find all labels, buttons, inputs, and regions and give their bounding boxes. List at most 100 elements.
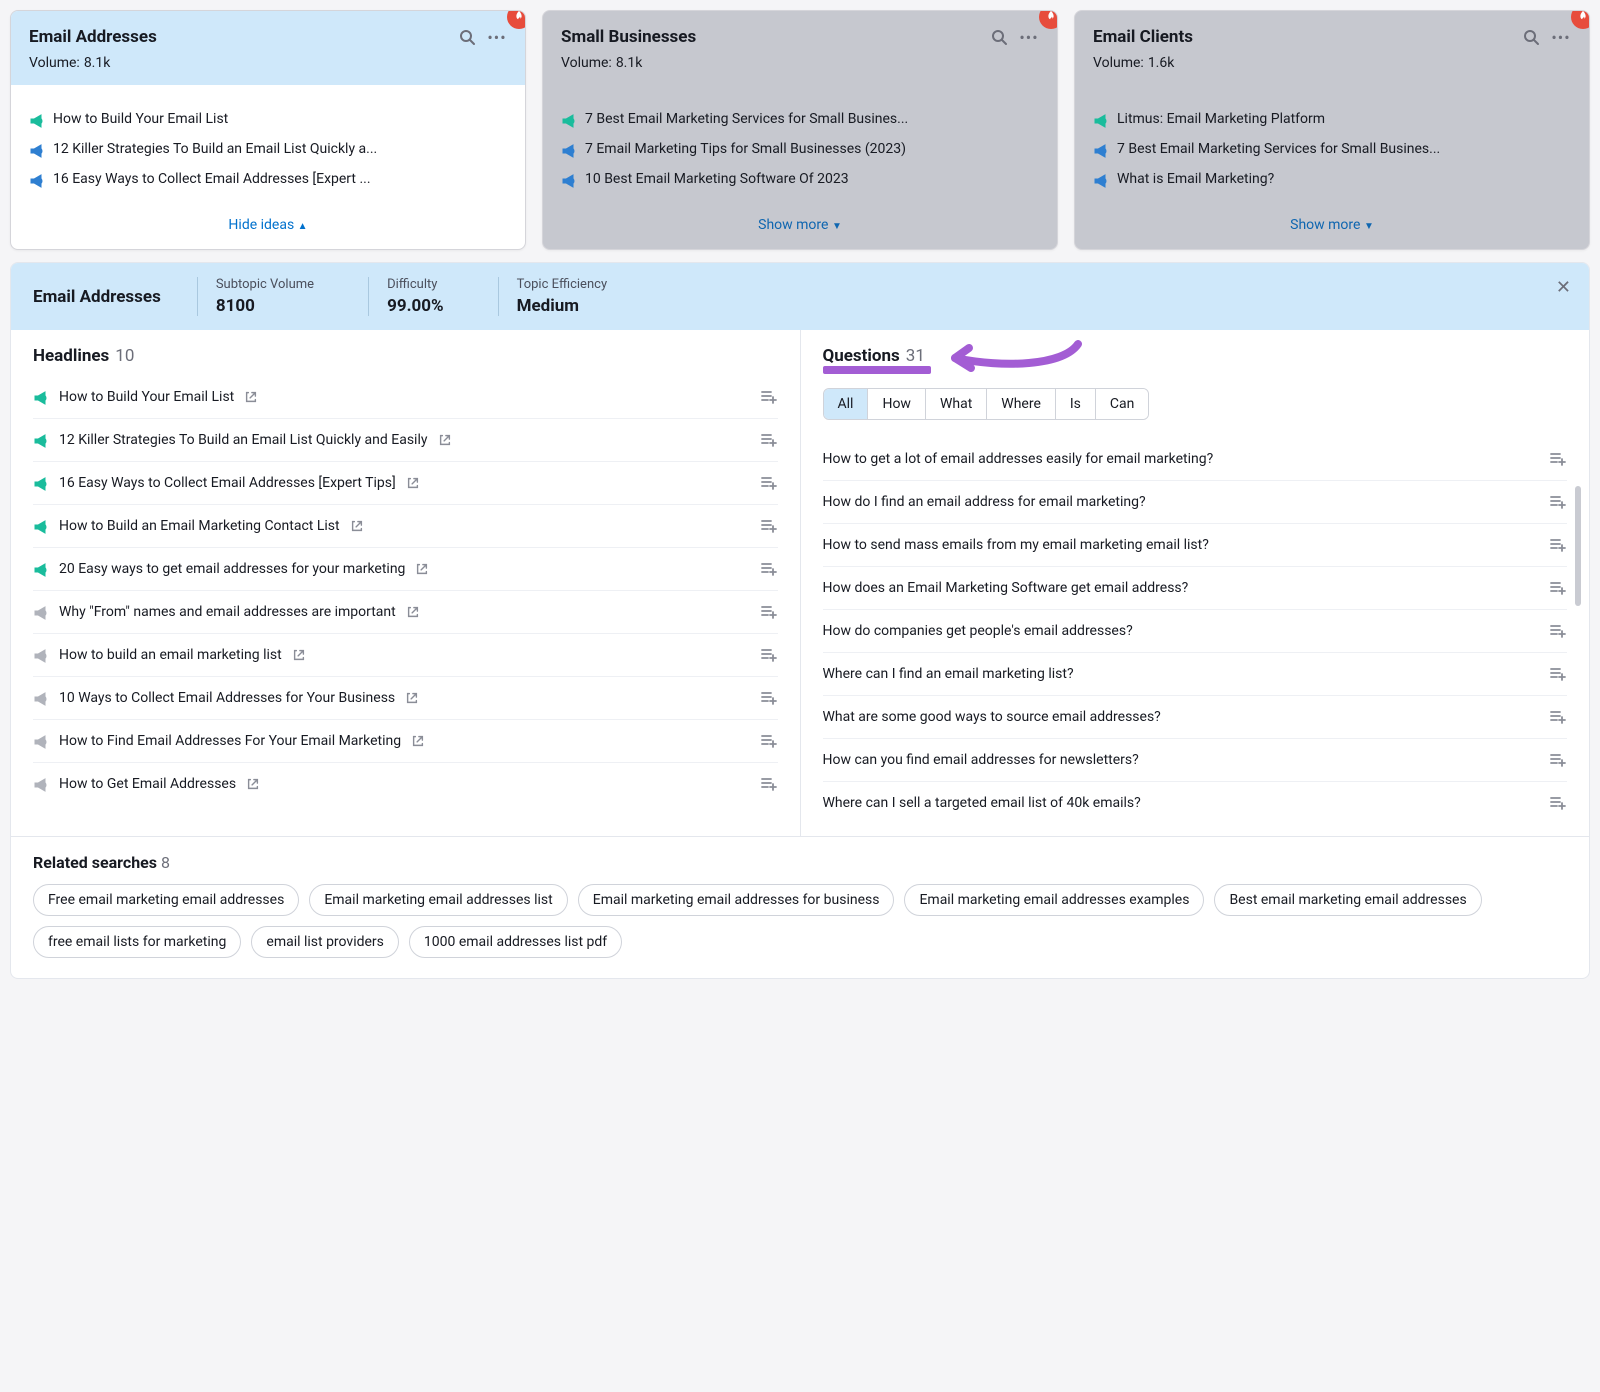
megaphone-icon bbox=[33, 433, 49, 449]
question-row[interactable]: How do companies get people's email addr… bbox=[823, 610, 1568, 653]
card-idea[interactable]: 7 Best Email Marketing Services for Smal… bbox=[1093, 141, 1571, 159]
filter-tab-is[interactable]: Is bbox=[1056, 389, 1096, 419]
question-row[interactable]: How does an Email Marketing Software get… bbox=[823, 567, 1568, 610]
external-link-icon[interactable] bbox=[406, 476, 420, 490]
scrollbar-thumb[interactable] bbox=[1575, 486, 1581, 606]
add-to-list-icon[interactable] bbox=[1549, 579, 1567, 597]
detail-panel: Email Addresses Subtopic Volume 8100 Dif… bbox=[10, 262, 1590, 979]
headline-text: How to build an email marketing list bbox=[59, 647, 282, 663]
external-link-icon[interactable] bbox=[438, 433, 452, 447]
card-toggle-link[interactable]: Show more ▼ bbox=[758, 217, 842, 233]
headline-row[interactable]: How to Build Your Email List bbox=[33, 376, 778, 419]
card-toggle-link[interactable]: Show more ▼ bbox=[1290, 217, 1374, 233]
related-chip[interactable]: Email marketing email addresses examples bbox=[904, 884, 1204, 916]
add-to-list-icon[interactable] bbox=[760, 517, 778, 535]
question-row[interactable]: What are some good ways to source email … bbox=[823, 696, 1568, 739]
headline-row[interactable]: 12 Killer Strategies To Build an Email L… bbox=[33, 419, 778, 462]
external-link-icon[interactable] bbox=[406, 605, 420, 619]
add-to-list-icon[interactable] bbox=[760, 603, 778, 621]
megaphone-icon bbox=[33, 519, 49, 535]
card-idea[interactable]: Litmus: Email Marketing Platform bbox=[1093, 111, 1571, 129]
card-idea[interactable]: How to Build Your Email List bbox=[29, 111, 507, 129]
filter-tab-how[interactable]: How bbox=[868, 389, 926, 419]
add-to-list-icon[interactable] bbox=[1549, 622, 1567, 640]
question-row[interactable]: Where can I sell a targeted email list o… bbox=[823, 782, 1568, 824]
add-to-list-icon[interactable] bbox=[760, 431, 778, 449]
add-to-list-icon[interactable] bbox=[760, 388, 778, 406]
question-row[interactable]: How do I find an email address for email… bbox=[823, 481, 1568, 524]
card-idea[interactable]: 7 Best Email Marketing Services for Smal… bbox=[561, 111, 1039, 129]
external-link-icon[interactable] bbox=[415, 562, 429, 576]
add-to-list-icon[interactable] bbox=[1549, 665, 1567, 683]
card-search-icon[interactable] bbox=[457, 27, 477, 47]
card-idea-text: 16 Easy Ways to Collect Email Addresses … bbox=[53, 171, 371, 187]
headline-text: 12 Killer Strategies To Build an Email L… bbox=[59, 432, 428, 448]
add-to-list-icon[interactable] bbox=[1549, 493, 1567, 511]
filter-tab-can[interactable]: Can bbox=[1096, 389, 1148, 419]
headline-row[interactable]: 20 Easy ways to get email addresses for … bbox=[33, 548, 778, 591]
headline-row[interactable]: How to Find Email Addresses For Your Ema… bbox=[33, 720, 778, 763]
add-to-list-icon[interactable] bbox=[1549, 708, 1567, 726]
related-chip[interactable]: email list providers bbox=[251, 926, 399, 958]
headline-row[interactable]: Why "From" names and email addresses are… bbox=[33, 591, 778, 634]
external-link-icon[interactable] bbox=[292, 648, 306, 662]
question-row[interactable]: How can you find email addresses for new… bbox=[823, 739, 1568, 782]
close-icon[interactable]: ✕ bbox=[1556, 277, 1571, 298]
add-to-list-icon[interactable] bbox=[760, 560, 778, 578]
question-row[interactable]: How to get a lot of email addresses easi… bbox=[823, 438, 1568, 481]
related-chip[interactable]: Free email marketing email addresses bbox=[33, 884, 299, 916]
related-chip[interactable]: free email lists for marketing bbox=[33, 926, 241, 958]
related-chip[interactable]: 1000 email addresses list pdf bbox=[409, 926, 622, 958]
add-to-list-icon[interactable] bbox=[760, 474, 778, 492]
card-idea[interactable]: 10 Best Email Marketing Software Of 2023 bbox=[561, 171, 1039, 189]
related-chip[interactable]: Email marketing email addresses for busi… bbox=[578, 884, 895, 916]
questions-list-wrap: How to get a lot of email addresses easi… bbox=[823, 438, 1568, 824]
external-link-icon[interactable] bbox=[411, 734, 425, 748]
question-row[interactable]: How to send mass emails from my email ma… bbox=[823, 524, 1568, 567]
related-chip[interactable]: Best email marketing email addresses bbox=[1214, 884, 1481, 916]
external-link-icon[interactable] bbox=[244, 390, 258, 404]
headline-row[interactable]: 16 Easy Ways to Collect Email Addresses … bbox=[33, 462, 778, 505]
external-link-icon[interactable] bbox=[405, 691, 419, 705]
card-idea[interactable]: 16 Easy Ways to Collect Email Addresses … bbox=[29, 171, 507, 189]
add-to-list-icon[interactable] bbox=[1549, 450, 1567, 468]
topic-card[interactable]: Email Addresses ••• Volume:8.1k How to B… bbox=[10, 10, 526, 250]
card-search-icon[interactable] bbox=[1521, 27, 1541, 47]
card-idea-text: Litmus: Email Marketing Platform bbox=[1117, 111, 1325, 127]
add-to-list-icon[interactable] bbox=[760, 689, 778, 707]
headline-row[interactable]: How to Build an Email Marketing Contact … bbox=[33, 505, 778, 548]
headlines-count: 10 bbox=[115, 346, 134, 366]
add-to-list-icon[interactable] bbox=[1549, 751, 1567, 769]
card-idea[interactable]: 12 Killer Strategies To Build an Email L… bbox=[29, 141, 507, 159]
headline-row[interactable]: 10 Ways to Collect Email Addresses for Y… bbox=[33, 677, 778, 720]
filter-tab-where[interactable]: Where bbox=[987, 389, 1056, 419]
card-search-icon[interactable] bbox=[989, 27, 1009, 47]
card-more-icon[interactable]: ••• bbox=[1551, 27, 1571, 47]
add-to-list-icon[interactable] bbox=[760, 732, 778, 750]
card-more-icon[interactable]: ••• bbox=[487, 27, 507, 47]
related-chip[interactable]: Email marketing email addresses list bbox=[309, 884, 567, 916]
headline-row[interactable]: How to Get Email Addresses bbox=[33, 763, 778, 805]
card-more-icon[interactable]: ••• bbox=[1019, 27, 1039, 47]
add-to-list-icon[interactable] bbox=[1549, 794, 1567, 812]
card-idea-text: 7 Email Marketing Tips for Small Busines… bbox=[585, 141, 906, 157]
external-link-icon[interactable] bbox=[350, 519, 364, 533]
add-to-list-icon[interactable] bbox=[760, 646, 778, 664]
external-link-icon[interactable] bbox=[246, 777, 260, 791]
questions-count: 31 bbox=[906, 346, 925, 366]
related-label: Related searches bbox=[33, 853, 157, 872]
filter-tab-all[interactable]: All bbox=[824, 389, 869, 419]
filter-tab-what[interactable]: What bbox=[926, 389, 987, 419]
card-idea[interactable]: 7 Email Marketing Tips for Small Busines… bbox=[561, 141, 1039, 159]
card-idea[interactable]: What is Email Marketing? bbox=[1093, 171, 1571, 189]
headline-text: Why "From" names and email addresses are… bbox=[59, 604, 396, 620]
subtopic-title: Email Addresses bbox=[33, 287, 161, 307]
add-to-list-icon[interactable] bbox=[1549, 536, 1567, 554]
headline-row[interactable]: How to build an email marketing list bbox=[33, 634, 778, 677]
add-to-list-icon[interactable] bbox=[760, 775, 778, 793]
topic-card[interactable]: Email Clients ••• Volume:1.6k Litmus: Em… bbox=[1074, 10, 1590, 250]
topic-card[interactable]: Small Businesses ••• Volume:8.1k 7 Best … bbox=[542, 10, 1058, 250]
question-row[interactable]: Where can I find an email marketing list… bbox=[823, 653, 1568, 696]
metric-value: Medium bbox=[517, 296, 608, 316]
card-toggle-link[interactable]: Hide ideas ▲ bbox=[228, 217, 307, 233]
